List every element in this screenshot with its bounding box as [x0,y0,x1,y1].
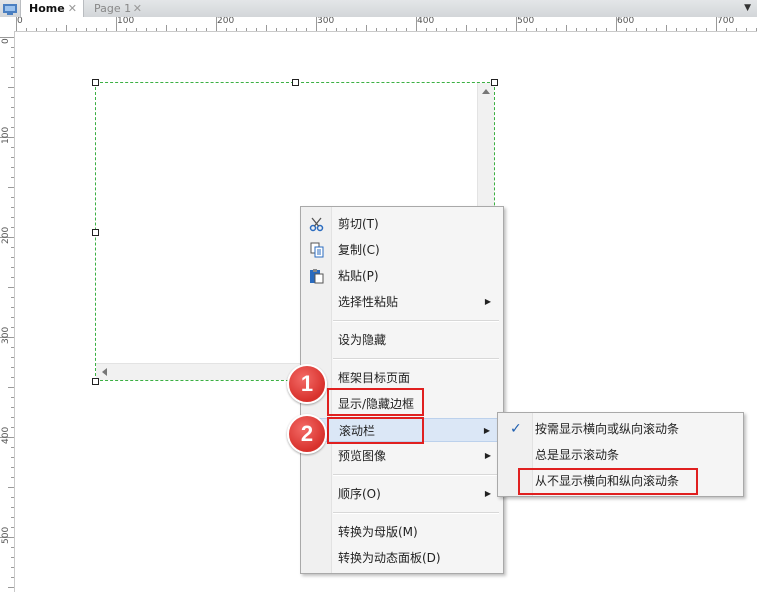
highlight-box-toggle-border [327,388,424,416]
submenu-item-scroll-as-needed[interactable]: ✓ 按需显示横向或纵向滚动条 [500,417,740,441]
submenu-arrow-icon: ▶ [484,451,491,460]
checkmark-icon: ✓ [510,421,522,437]
ruler-top-label: 300 [317,17,335,26]
app-logo-icon [3,4,17,15]
resize-handle-top-right[interactable] [491,79,498,86]
menu-item-label: 顺序(O) [338,487,381,501]
submenu-arrow-icon: ▶ [484,489,491,498]
ruler-top-label: 200 [217,17,235,26]
ruler-left-label: 300 [1,326,11,344]
tab-page-1-label: Page 1 [94,2,132,15]
submenu-arrow-icon: ▶ [484,297,491,306]
menu-item-label: 框架目标页面 [338,371,411,385]
highlight-box-never-show [518,468,698,495]
ruler-left-label: 400 [1,426,11,444]
ruler-top-label: 400 [417,17,435,26]
menu-item-label: 粘贴(P) [338,269,379,283]
resize-handle-left[interactable] [92,229,99,236]
scissors-icon [309,217,324,232]
menu-item-set-hidden[interactable]: 设为隐藏 [303,328,501,352]
menu-item-label: 复制(C) [338,243,380,257]
menu-item-convert-to-dynamic-panel[interactable]: 转换为动态面板(D) [303,546,501,570]
ruler-top-label: 500 [517,17,535,26]
menu-item-frame-target[interactable]: 框架目标页面 [303,366,501,390]
menu-item-preview-image[interactable]: 预览图像 ▶ [303,444,501,468]
submenu-arrow-icon: ▶ [483,426,490,435]
resize-handle-bottom-left[interactable] [92,378,99,385]
menu-item-order[interactable]: 顺序(O) ▶ [303,482,501,506]
ruler-left: 0 100 200 300 400 500 [0,31,15,592]
ruler-left-label: 0 [1,38,11,44]
menu-separator [333,474,499,476]
menu-item-label: 选择性粘贴 [338,295,399,309]
ruler-top-label: 700 [717,17,735,26]
ruler-top-label: 600 [617,17,635,26]
menu-item-label: 转换为母版(M) [338,525,418,539]
menu-item-copy[interactable]: 复制(C) [303,238,501,262]
ruler-top-label: 100 [117,17,135,26]
scroll-left-arrow-icon[interactable] [102,368,107,376]
ruler-top-ticks [16,17,757,31]
ruler-left-label: 500 [1,526,11,544]
menu-item-convert-to-master[interactable]: 转换为母版(M) [303,520,501,544]
close-tab-page-1-icon[interactable]: ✕ [133,0,142,17]
menu-item-label: 预览图像 [338,449,387,463]
menu-separator [333,512,499,514]
menu-item-paste-special[interactable]: 选择性粘贴 ▶ [303,290,501,314]
tab-bar: Home ✕ Page 1 ✕ ▼ [0,0,757,18]
copy-icon [310,242,324,258]
callout-badge-2: 2 [287,414,327,454]
ruler-left-ticks [0,37,14,588]
callout-badge-1: 1 [287,364,327,404]
menu-item-paste[interactable]: 粘贴(P) [303,264,501,288]
submenu-item-label: 按需显示横向或纵向滚动条 [535,422,680,436]
ruler-left-label: 200 [1,226,11,244]
menu-separator [333,358,499,360]
ruler-left-label: 100 [1,126,11,144]
close-tab-home-icon[interactable]: ✕ [68,0,77,17]
tab-home-label: Home [29,2,65,15]
tab-list-dropdown-icon[interactable]: ▼ [744,0,751,17]
ruler-top: 0 100 200 300 400 500 600 700 [0,17,757,32]
paste-icon [310,269,324,284]
menu-item-label: 转换为动态面板(D) [338,551,441,565]
tab-home[interactable]: Home ✕ [20,0,84,17]
tab-page-1[interactable]: Page 1 ✕ [86,0,148,17]
resize-handle-top-left[interactable] [92,79,99,86]
menu-separator [333,320,499,322]
submenu-item-label: 总是显示滚动条 [535,448,620,462]
menu-item-label: 剪切(T) [338,217,379,231]
menu-item-cut[interactable]: 剪切(T) [303,212,501,236]
resize-handle-top[interactable] [292,79,299,86]
highlight-box-scrollbars [327,417,424,444]
menu-item-label: 设为隐藏 [338,333,387,347]
submenu-item-always-show[interactable]: 总是显示滚动条 [500,443,740,467]
scroll-up-arrow-icon[interactable] [482,89,490,94]
ruler-top-label: 0 [17,17,23,26]
